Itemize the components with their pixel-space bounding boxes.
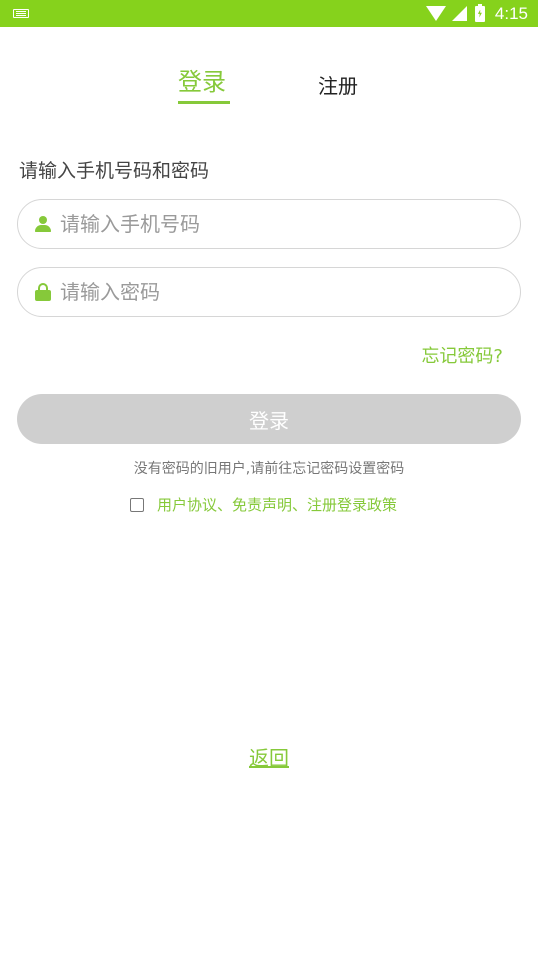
form-title: 请输入手机号码和密码 <box>19 160 210 182</box>
agreement-row: 用户协议、免责声明、注册登录政策 <box>130 494 397 515</box>
back-link[interactable]: 返回 <box>249 746 289 770</box>
tab-register[interactable]: 注册 <box>318 70 358 99</box>
login-button[interactable]: 登录 <box>17 394 521 444</box>
password-field[interactable] <box>17 267 521 317</box>
password-input[interactable] <box>60 280 490 304</box>
old-user-notice: 没有密码的旧用户,请前往忘记密码设置密码 <box>133 461 405 477</box>
agreement-link[interactable]: 用户协议、免责声明、注册登录政策 <box>157 494 397 515</box>
back-link-container: 返回 <box>0 742 538 771</box>
tab-login[interactable]: 登录 <box>178 62 226 97</box>
wifi-icon <box>425 6 446 21</box>
forgot-password-link[interactable]: 忘记密码? <box>421 342 503 368</box>
status-icons: 4:15 <box>425 0 528 27</box>
user-icon <box>34 215 52 233</box>
phone-field[interactable] <box>17 199 521 249</box>
battery-charging-icon <box>474 3 485 22</box>
tab-login-indicator <box>178 101 230 104</box>
keyboard-icon <box>13 9 29 18</box>
phone-input[interactable] <box>60 212 490 236</box>
lock-icon <box>34 283 52 301</box>
agreement-checkbox[interactable] <box>130 497 144 512</box>
status-bar: 4:15 <box>0 0 538 27</box>
status-time: 4:15 <box>494 3 528 23</box>
signal-icon <box>451 6 467 21</box>
